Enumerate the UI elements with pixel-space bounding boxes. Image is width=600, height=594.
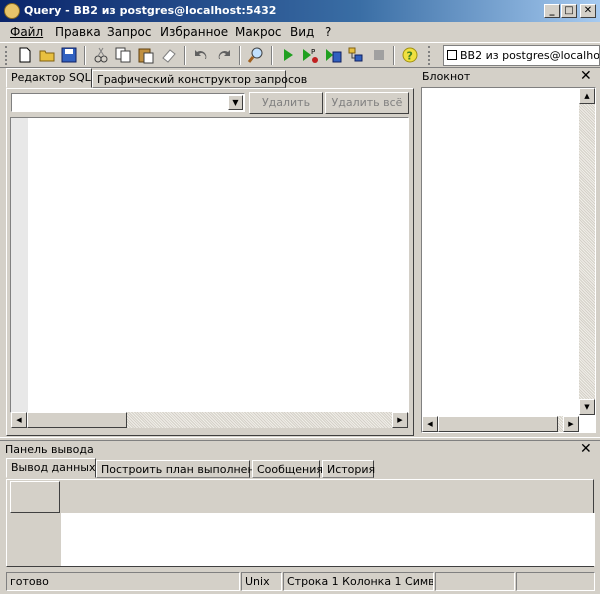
paste-icon[interactable]: [137, 46, 155, 64]
connection-checkbox[interactable]: [447, 50, 457, 60]
minimize-button[interactable]: _: [544, 4, 560, 18]
delete-button[interactable]: Удалить: [249, 92, 323, 114]
sql-text-area[interactable]: [10, 117, 409, 413]
svg-text:P: P: [311, 48, 315, 56]
close-icon[interactable]: ✕: [580, 442, 592, 456]
maximize-button[interactable]: □: [561, 4, 577, 18]
toolbar-separator: [393, 46, 395, 65]
delete-all-button[interactable]: Удалить всё: [325, 92, 409, 114]
cut-icon[interactable]: [92, 46, 110, 64]
open-icon[interactable]: [38, 46, 56, 64]
close-icon[interactable]: ✕: [580, 69, 592, 83]
execute-icon[interactable]: [279, 46, 297, 64]
explain-analyze-icon[interactable]: [347, 46, 365, 64]
scroll-thumb[interactable]: [438, 416, 558, 432]
scroll-up-icon[interactable]: ▲: [579, 88, 595, 104]
menu-bar: Файл Правка Запрос Избранное Макрос Вид …: [0, 22, 600, 42]
menu-view[interactable]: Вид: [290, 25, 314, 39]
scroll-left-icon[interactable]: ◀: [11, 412, 27, 428]
redo-icon[interactable]: [215, 46, 233, 64]
line-number-gutter: [11, 118, 28, 412]
window-title: Query - BB2 из postgres@localhost:5432: [24, 4, 277, 17]
svg-text:?: ?: [407, 50, 413, 63]
connection-label: BB2 из postgres@localhost:5432: [460, 49, 600, 62]
notepad-horizontal-scrollbar[interactable]: ◀ ▶: [422, 416, 579, 432]
close-button[interactable]: ✕: [580, 4, 596, 18]
stop-icon[interactable]: [370, 46, 388, 64]
output-panel-header: Панель вывода ✕: [0, 441, 600, 457]
status-panel-empty: [435, 572, 515, 591]
tab-sql-editor[interactable]: Редактор SQL: [6, 68, 92, 88]
menu-query[interactable]: Запрос: [107, 25, 151, 39]
scroll-left-icon[interactable]: ◀: [422, 416, 438, 432]
copy-icon[interactable]: [114, 46, 132, 64]
toolbar: P ? BB2 из postgres@localhost:5432: [0, 42, 600, 68]
output-grid[interactable]: [6, 479, 595, 567]
notepad-header: Блокнот ✕: [418, 68, 600, 86]
history-combo[interactable]: ▼: [11, 93, 245, 112]
notepad-text-area[interactable]: ▲ ▼ ◀ ▶: [421, 87, 596, 433]
grid-corner-header[interactable]: [10, 481, 60, 513]
help-icon[interactable]: ?: [401, 46, 419, 64]
notepad-vertical-scrollbar[interactable]: ▲ ▼: [579, 88, 595, 415]
connection-selector[interactable]: BB2 из postgres@localhost:5432: [443, 45, 600, 66]
editor-horizontal-scrollbar[interactable]: ◀ ▶: [11, 412, 408, 428]
toolbar-separator: [184, 46, 186, 65]
toolbar-grip[interactable]: [5, 46, 7, 65]
tab-history[interactable]: История: [322, 460, 375, 478]
app-icon: [4, 3, 20, 19]
new-icon[interactable]: [16, 46, 34, 64]
menu-help[interactable]: ?: [325, 25, 331, 39]
toolbar-separator: [84, 46, 86, 65]
execute-to-file-icon[interactable]: [324, 46, 342, 64]
notepad-title: Блокнот: [422, 70, 471, 83]
toolbar-grip[interactable]: [428, 46, 430, 65]
chevron-down-icon[interactable]: ▼: [228, 95, 243, 110]
clear-icon[interactable]: [160, 46, 178, 64]
status-position: Строка 1 Колонка 1 Символ 1: [283, 572, 434, 591]
scroll-down-icon[interactable]: ▼: [579, 399, 595, 415]
toolbar-separator: [271, 46, 273, 65]
tab-messages[interactable]: Сообщения: [252, 460, 323, 478]
status-bar: готово Unix Строка 1 Колонка 1 Символ 1: [0, 570, 600, 594]
save-icon[interactable]: [60, 46, 78, 64]
title-bar[interactable]: Query - BB2 из postgres@localhost:5432 _…: [0, 0, 600, 22]
tab-explain-plan[interactable]: Построить план выполнения: [96, 460, 268, 478]
menu-favourites[interactable]: Избранное: [160, 25, 228, 39]
status-panel-empty: [516, 572, 595, 591]
scroll-right-icon[interactable]: ▶: [563, 416, 579, 432]
output-panel-title: Панель вывода: [5, 443, 94, 456]
scroll-right-icon[interactable]: ▶: [392, 412, 408, 428]
undo-icon[interactable]: [192, 46, 210, 64]
menu-edit[interactable]: Правка: [55, 25, 101, 39]
tab-graphical-query-builder[interactable]: Графический конструктор запросов: [92, 70, 307, 88]
toolbar-separator: [239, 46, 241, 65]
find-icon[interactable]: [247, 46, 265, 64]
scroll-thumb[interactable]: [27, 412, 127, 428]
menu-file[interactable]: Файл: [10, 25, 43, 39]
tab-data-output[interactable]: Вывод данных: [6, 458, 96, 478]
menu-macros[interactable]: Макрос: [235, 25, 282, 39]
explain-icon[interactable]: P: [301, 46, 319, 64]
status-state: готово: [6, 572, 240, 591]
grid-body[interactable]: [61, 513, 595, 566]
status-eol: Unix: [241, 572, 282, 591]
